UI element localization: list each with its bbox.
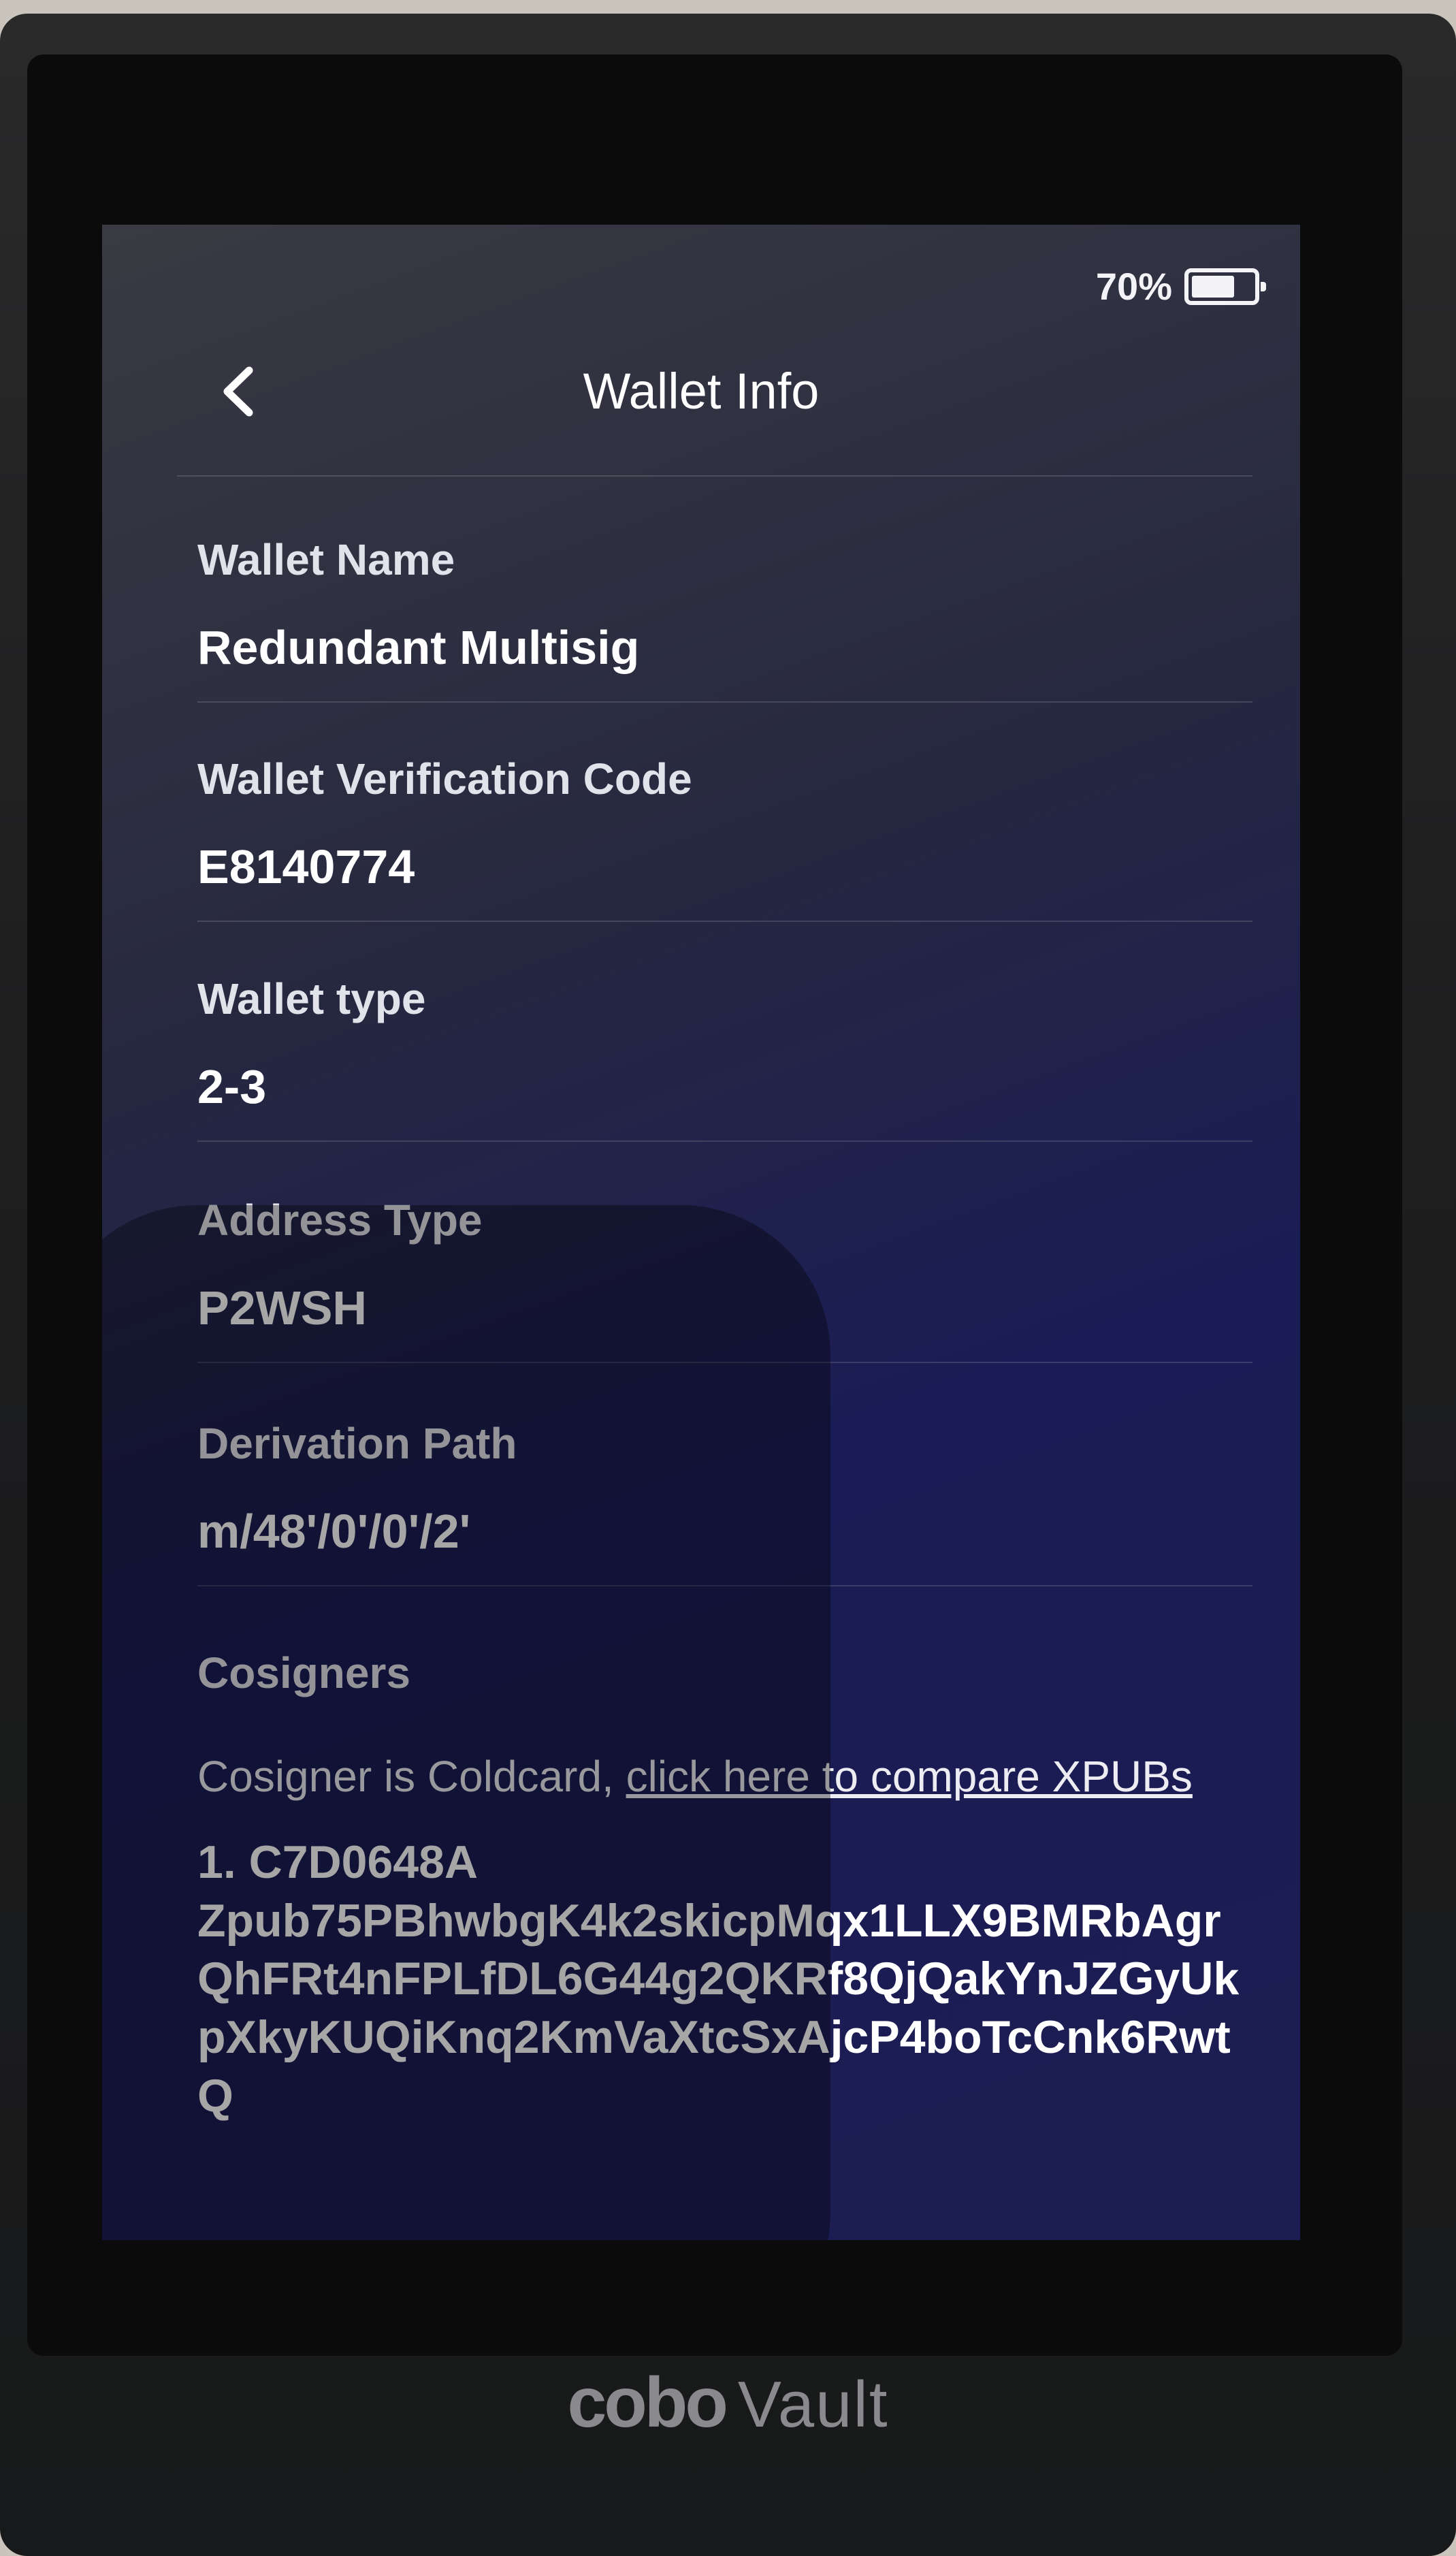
verification-code-value: E8140774	[197, 840, 415, 893]
cosigner-xpub: Zpub75PBhwbgK4k2skicpMqx1LLX9BMRbAgrQhFR…	[197, 1894, 1240, 2122]
cosigner-note-text: Cosigner is Coldcard,	[197, 1752, 626, 1801]
divider	[197, 921, 1252, 922]
derivation-path-label: Derivation Path	[197, 1419, 517, 1468]
cosigner-fingerprint: 1. C7D0648A	[197, 1836, 479, 1888]
device-brand-logo: cobo Vault	[0, 2363, 1456, 2444]
address-type-label: Address Type	[197, 1196, 483, 1245]
wallet-name-section: Wallet Name Redundant Multisig	[197, 538, 1252, 703]
divider	[197, 1362, 1252, 1363]
compare-xpubs-link[interactable]: click here to compare XPUBs	[626, 1752, 1193, 1801]
header-divider	[177, 475, 1252, 477]
status-bar: 70%	[1095, 264, 1266, 308]
battery-icon	[1184, 268, 1266, 305]
verification-code-label: Wallet Verification Code	[197, 754, 692, 803]
address-type-section: Address Type P2WSH	[197, 1198, 1252, 1363]
divider	[197, 1585, 1252, 1586]
address-type-value: P2WSH	[197, 1281, 367, 1335]
derivation-path-value: m/48'/0'/0'/2'	[197, 1505, 471, 1558]
divider	[197, 1140, 1252, 1142]
cosigners-label: Cosigners	[197, 1648, 410, 1697]
header: Wallet Info	[102, 347, 1300, 429]
screen: 70% Wallet Info Wallet Name Redundant Mu…	[102, 225, 1300, 2240]
page-title: Wallet Info	[583, 363, 820, 419]
wallet-name-label: Wallet Name	[197, 535, 455, 584]
cosigners-section: Cosigners Cosigner is Coldcard, click he…	[197, 1651, 1252, 2125]
wallet-type-value: 2-3	[197, 1060, 267, 1113]
wallet-type-label: Wallet type	[197, 974, 426, 1023]
wallet-type-section: Wallet type 2-3	[197, 977, 1252, 1142]
battery-fill	[1192, 275, 1234, 298]
brand-mark: cobo	[567, 2363, 728, 2442]
battery-percentage: 70%	[1095, 265, 1172, 308]
wallet-name-value: Redundant Multisig	[197, 621, 640, 674]
brand-name: Vault	[737, 2368, 889, 2441]
cosigner-note: Cosigner is Coldcard, click here to comp…	[197, 1749, 1252, 1804]
divider	[197, 701, 1252, 703]
cosigner-entry: 1. C7D0648A Zpub75PBhwbgK4k2skicpMqx1LLX…	[197, 1834, 1252, 2125]
derivation-path-section: Derivation Path m/48'/0'/0'/2'	[197, 1422, 1252, 1586]
verification-code-section: Wallet Verification Code E8140774	[197, 757, 1252, 922]
